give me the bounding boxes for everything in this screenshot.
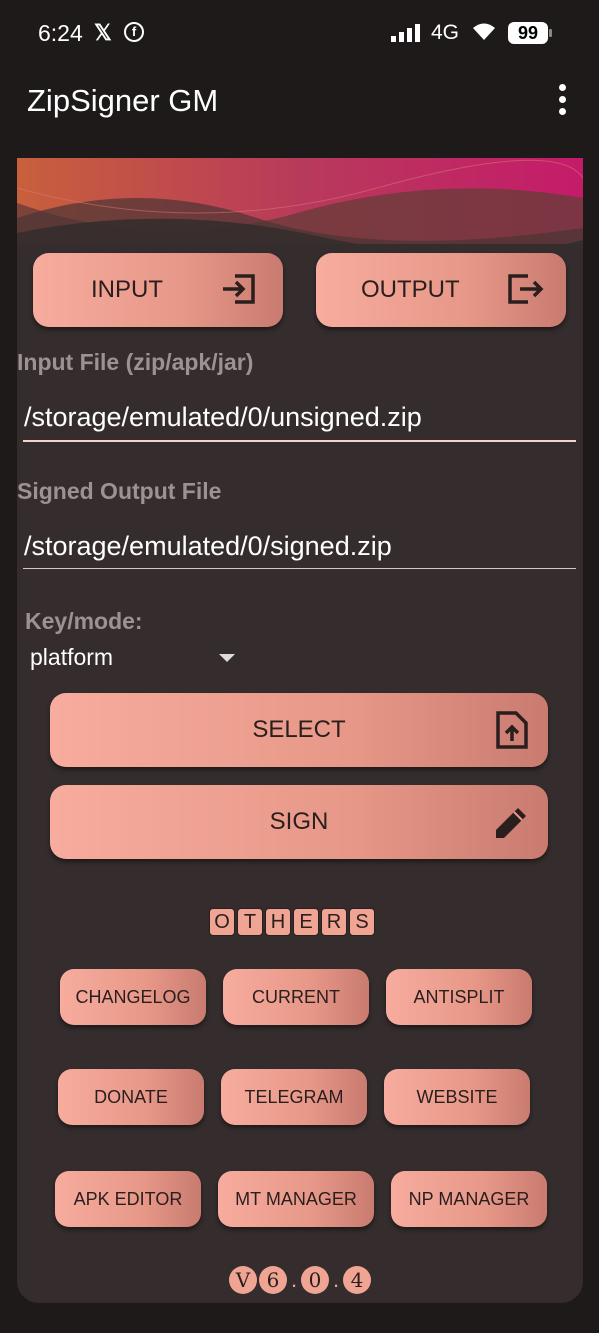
donate-button[interactable]: DONATE <box>58 1069 204 1125</box>
select-button[interactable]: SELECT <box>50 693 548 767</box>
others-letter: O <box>209 908 235 936</box>
others-letter: H <box>265 908 291 936</box>
banner-image <box>17 158 583 244</box>
sign-button-label: SIGN <box>269 808 329 835</box>
signal-icon <box>391 24 420 42</box>
input-button-label: INPUT <box>91 276 163 303</box>
wifi-icon <box>473 23 495 40</box>
telegram-button[interactable]: TELEGRAM <box>221 1069 367 1125</box>
facebook-icon: f <box>124 22 144 42</box>
input-file-label: Input File (zip/apk/jar) <box>17 349 254 375</box>
output-file-label: Signed Output File <box>17 478 222 504</box>
antisplit-button[interactable]: ANTISPLIT <box>386 969 532 1025</box>
app-title: ZipSigner GM <box>27 83 219 118</box>
status-time: 6:24 <box>38 20 83 46</box>
file-upload-icon <box>496 711 528 749</box>
version-letter: V <box>229 1266 257 1294</box>
dropdown-arrow-icon[interactable] <box>219 654 235 662</box>
main-card: INPUT OUTPUT Input File (zip/apk/jar) /s… <box>17 158 583 1303</box>
others-letter: R <box>321 908 347 936</box>
network-type: 4G <box>431 21 460 44</box>
input-file-underline <box>23 440 576 442</box>
np-manager-button[interactable]: NP MANAGER <box>391 1171 547 1227</box>
version-digit: 0 <box>301 1266 329 1294</box>
current-button[interactable]: CURRENT <box>223 969 369 1025</box>
others-letter: E <box>293 908 319 936</box>
output-button-label: OUTPUT <box>361 276 460 303</box>
output-file-field[interactable]: /storage/emulated/0/signed.zip <box>24 531 392 562</box>
logout-icon <box>508 274 544 304</box>
others-heading: O T H E R S <box>209 908 375 936</box>
input-button[interactable]: INPUT <box>33 253 283 327</box>
app-bar: ZipSigner GM <box>0 66 599 144</box>
status-bar: 6:24 𝕏 f 4G 99 <box>0 0 599 66</box>
select-button-label: SELECT <box>252 716 346 743</box>
apk-editor-button[interactable]: APK EDITOR <box>55 1171 201 1227</box>
login-icon <box>223 274 255 304</box>
output-button[interactable]: OUTPUT <box>316 253 566 327</box>
sign-button[interactable]: SIGN <box>50 785 548 859</box>
changelog-button[interactable]: CHANGELOG <box>60 969 206 1025</box>
output-file-underline <box>23 568 576 569</box>
website-button[interactable]: WEBSITE <box>384 1069 530 1125</box>
others-letter: S <box>349 908 375 936</box>
version-digit: 6 <box>259 1266 287 1294</box>
edit-icon <box>496 808 526 838</box>
battery-icon: 99 <box>508 22 552 44</box>
x-icon: 𝕏 <box>94 20 112 45</box>
more-vert-icon[interactable] <box>552 84 572 124</box>
key-mode-dropdown[interactable]: platform <box>30 644 113 671</box>
version-digit: 4 <box>343 1266 371 1294</box>
others-letter: T <box>237 908 263 936</box>
input-file-field[interactable]: /storage/emulated/0/unsigned.zip <box>24 402 422 433</box>
key-mode-label: Key/mode: <box>25 608 143 634</box>
mt-manager-button[interactable]: MT MANAGER <box>218 1171 374 1227</box>
version-badge: V 6 . 0 . 4 <box>229 1266 371 1294</box>
